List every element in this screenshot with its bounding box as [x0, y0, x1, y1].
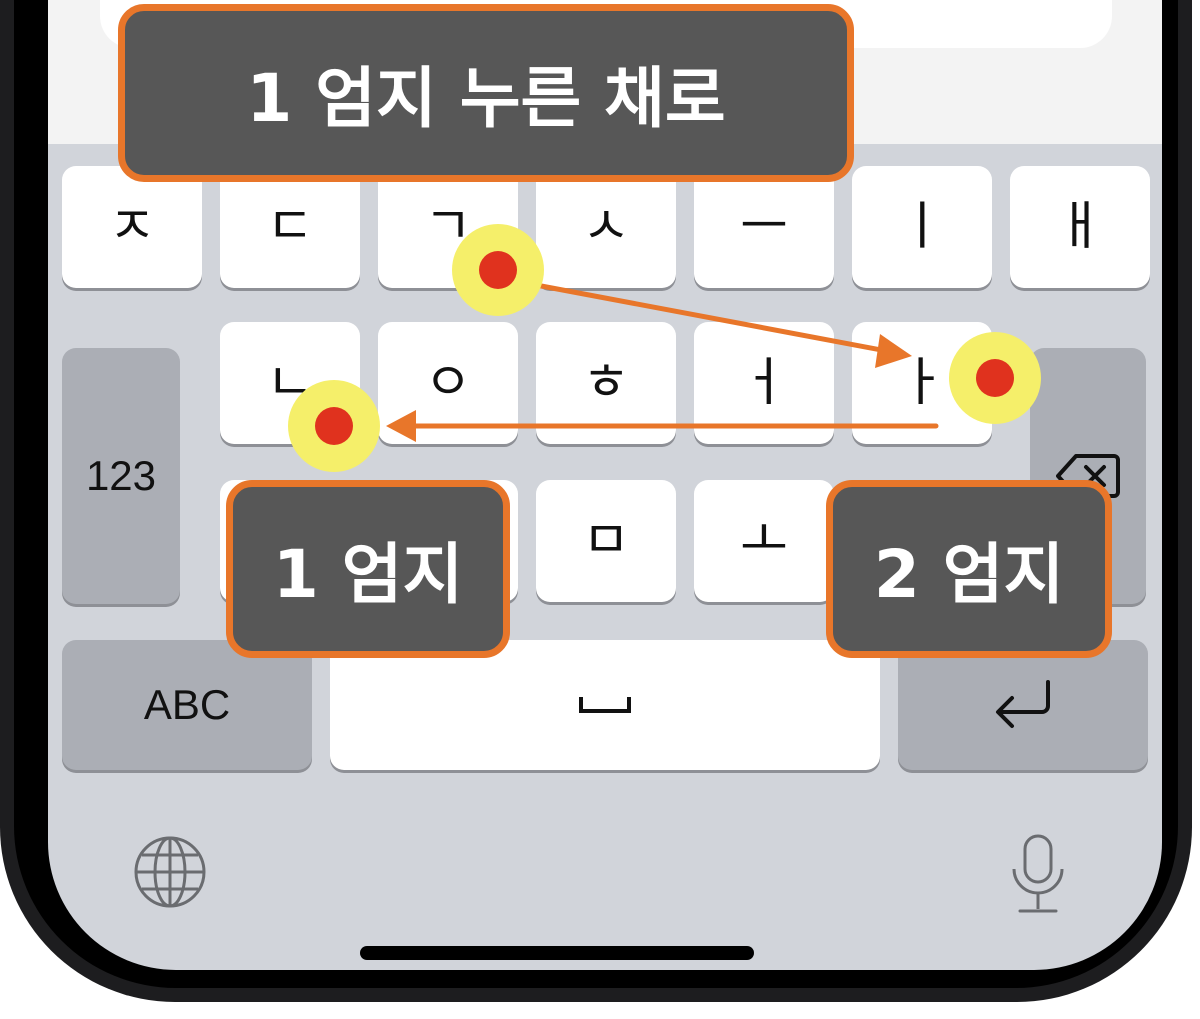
abc-key-label: ABC [143, 681, 231, 728]
key-ae[interactable]: ㅐ [1010, 166, 1150, 288]
key-digeut[interactable]: ㄷ [220, 166, 360, 288]
top-instruction-label: 1 엄지 누른 채로 [118, 4, 854, 182]
home-indicator [360, 946, 754, 960]
key-label: ㄷ [266, 197, 314, 257]
key-a[interactable]: ㅏ [852, 322, 992, 444]
key-eo[interactable]: ㅓ [694, 322, 834, 444]
key-label: ㅡ [740, 197, 788, 257]
abc-key[interactable]: ABC [62, 640, 312, 770]
key-siot[interactable]: ㅅ [536, 166, 676, 288]
key-label: ㅗ [740, 511, 788, 571]
return-key[interactable] [898, 640, 1148, 770]
left-thumb-label: 1 엄지 [226, 480, 510, 658]
key-label: ㅓ [740, 353, 788, 413]
key-label: ㅏ [898, 353, 946, 413]
key-hieut[interactable]: ㅎ [536, 322, 676, 444]
key-ieung[interactable]: ㅇ [378, 322, 518, 444]
key-giyeok[interactable]: ㄱ [378, 166, 518, 288]
key-eu[interactable]: ㅡ [694, 166, 834, 288]
key-label: ㅁ [582, 511, 630, 571]
key-nieun[interactable]: ㄴ [220, 322, 360, 444]
key-label: ㅐ [1056, 197, 1104, 257]
space-icon [579, 697, 631, 713]
numbers-key-label: 123 [85, 452, 157, 499]
key-label: ㄱ [424, 197, 472, 257]
key-label: ㄴ [266, 353, 314, 413]
numbers-key[interactable]: 123 [62, 348, 180, 604]
return-icon [996, 680, 1050, 728]
microphone-icon[interactable] [998, 828, 1078, 924]
key-o[interactable]: ㅗ [694, 480, 834, 602]
key-label: ㅇ [424, 353, 472, 413]
space-key[interactable] [330, 640, 880, 770]
key-label: ㅅ [582, 197, 630, 257]
key-label: ㅈ [108, 197, 156, 257]
key-jieut[interactable]: ㅈ [62, 166, 202, 288]
key-mieum[interactable]: ㅁ [536, 480, 676, 602]
globe-icon[interactable] [130, 832, 210, 912]
right-thumb-label: 2 엄지 [826, 480, 1112, 658]
key-i[interactable]: ㅣ [852, 166, 992, 288]
key-label: ㅎ [582, 353, 630, 413]
key-label: ㅣ [898, 197, 946, 257]
